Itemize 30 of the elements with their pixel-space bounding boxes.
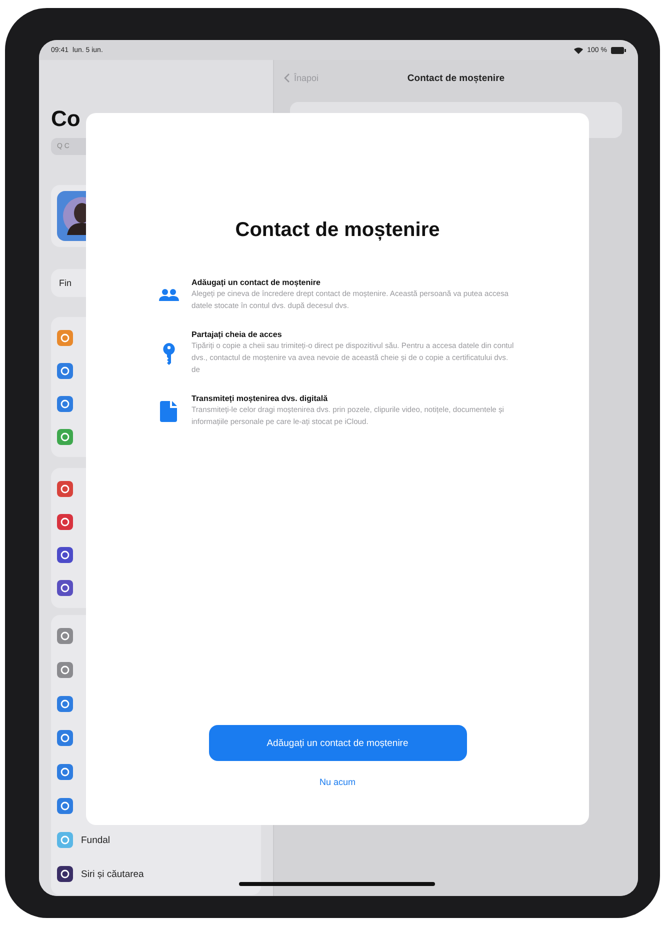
settings-tile-icon[interactable] — [57, 396, 73, 412]
settings-tile-icon[interactable] — [57, 662, 73, 678]
settings-row-label[interactable]: Fundal — [81, 834, 110, 846]
not-now-button[interactable]: Nu acum — [315, 775, 360, 789]
wifi-icon — [574, 46, 584, 54]
settings-tile-icon[interactable] — [57, 764, 73, 780]
feature-title: Adăugați un contact de moștenire — [192, 278, 322, 287]
settings-tile-icon[interactable] — [57, 580, 73, 596]
add-contact-button[interactable]: Adăugați un contact de moștenire — [208, 725, 466, 761]
settings-tile-icon[interactable] — [57, 480, 73, 496]
settings-tile-icon[interactable] — [57, 428, 73, 444]
nav-title: Contact de moștenire — [407, 72, 505, 84]
feature-title: Partajați cheia de acces — [192, 330, 283, 339]
document-icon — [158, 399, 180, 423]
settings-row-label[interactable]: Siri și căutarea — [81, 868, 144, 880]
settings-tile-icon[interactable] — [57, 696, 73, 712]
settings-tile-icon[interactable] — [57, 628, 73, 644]
settings-tile-icon[interactable] — [57, 514, 73, 530]
battery-icon — [611, 46, 626, 54]
settings-tile-icon[interactable] — [57, 730, 73, 746]
settings-tile-icon[interactable] — [57, 798, 73, 814]
feature-title: Transmiteți moștenirea dvs. digitală — [192, 394, 329, 403]
settings-tile-icon[interactable] — [57, 866, 73, 882]
chevron-icon — [284, 73, 290, 84]
sidebar-title: Co — [51, 106, 82, 132]
settings-tile-icon[interactable] — [57, 330, 73, 346]
settings-tile-icon[interactable] — [57, 546, 73, 562]
settings-tile-icon[interactable] — [57, 832, 73, 848]
sheet-title: Contact de moștenire — [235, 219, 440, 242]
settings-tile-icon[interactable] — [57, 362, 73, 378]
